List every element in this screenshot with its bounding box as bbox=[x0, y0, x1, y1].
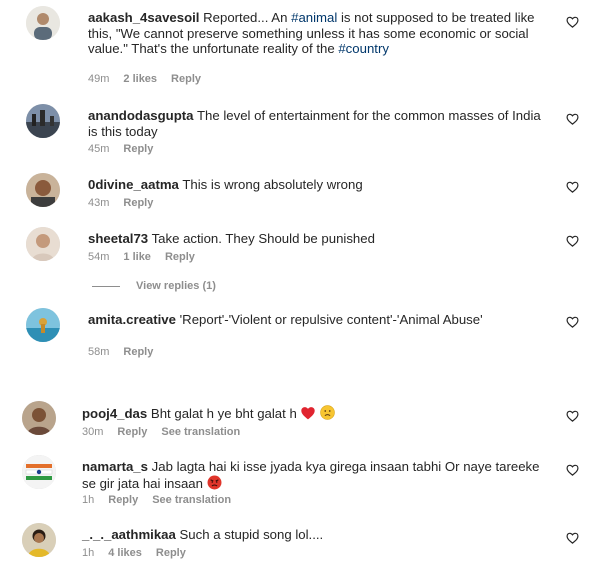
reply-button[interactable]: Reply bbox=[123, 346, 153, 358]
likes-count[interactable]: 1 like bbox=[123, 251, 151, 263]
comment-body: pooj4_das Bht galat h ye bht galat h bbox=[82, 405, 552, 422]
comment-text: 'Report'-'Violent or repulsive content'-… bbox=[179, 312, 483, 327]
see-translation-button[interactable]: See translation bbox=[152, 494, 231, 506]
heart-outline-icon[interactable] bbox=[566, 181, 579, 193]
heart-outline-icon[interactable] bbox=[566, 316, 579, 328]
heart-outline-icon[interactable] bbox=[566, 113, 579, 125]
comment-text: Take action. They Should be punished bbox=[151, 231, 375, 246]
divider-line bbox=[92, 285, 120, 287]
comment-username[interactable]: namarta_s bbox=[82, 459, 148, 474]
comment-username[interactable]: anandodasgupta bbox=[88, 108, 194, 123]
view-replies-label: View replies (1) bbox=[136, 280, 216, 292]
comment-time: 43m bbox=[88, 197, 110, 209]
avatar[interactable] bbox=[26, 173, 60, 207]
reply-button[interactable]: Reply bbox=[123, 143, 153, 155]
comment-meta: 30m Reply See translation bbox=[82, 426, 254, 438]
comment-time: 45m bbox=[88, 143, 110, 155]
avatar[interactable] bbox=[26, 227, 60, 261]
comment-username[interactable]: pooj4_das bbox=[82, 406, 147, 421]
angry-face-emoji-icon bbox=[207, 475, 222, 489]
comment-username[interactable]: 0divine_aatma bbox=[88, 177, 179, 192]
comment-time: 1h bbox=[82, 494, 95, 506]
heart-outline-icon[interactable] bbox=[566, 532, 579, 544]
comment-text: Jab lagta hai ki isse jyada kya girega i… bbox=[82, 459, 540, 491]
comment-username[interactable]: amita.creative bbox=[88, 312, 176, 327]
comment-meta: 1h Reply See translation bbox=[82, 494, 245, 506]
comment-username[interactable]: sheetal73 bbox=[88, 231, 148, 246]
avatar[interactable] bbox=[26, 104, 60, 138]
reply-button[interactable]: Reply bbox=[108, 494, 138, 506]
heart-outline-icon[interactable] bbox=[566, 464, 579, 476]
comment-text: This is wrong absolutely wrong bbox=[182, 177, 363, 192]
comment-time: 54m bbox=[88, 251, 110, 263]
disappointed-face-emoji-icon bbox=[320, 405, 335, 420]
likes-count[interactable]: 2 likes bbox=[123, 73, 157, 85]
red-heart-emoji-icon bbox=[301, 407, 316, 420]
comment-text: Such a stupid song lol.... bbox=[179, 527, 324, 542]
comment-meta: 43m Reply bbox=[88, 197, 167, 209]
reply-button[interactable]: Reply bbox=[165, 251, 195, 263]
likes-count[interactable]: 4 likes bbox=[108, 547, 142, 559]
comment-body: anandodasgupta The level of entertainmen… bbox=[88, 108, 552, 139]
comment-username[interactable]: aakash_4savesoil bbox=[88, 10, 199, 25]
view-replies-button[interactable]: View replies (1) bbox=[92, 280, 216, 292]
see-translation-button[interactable]: See translation bbox=[161, 426, 240, 438]
comment-username[interactable]: _._._aathmikaa bbox=[82, 527, 176, 542]
avatar[interactable] bbox=[22, 401, 56, 435]
comment-body: 0divine_aatma This is wrong absolutely w… bbox=[88, 177, 552, 193]
reply-button[interactable]: Reply bbox=[117, 426, 147, 438]
comment-meta: 45m Reply bbox=[88, 143, 167, 155]
avatar[interactable] bbox=[26, 308, 60, 342]
comment-body: _._._aathmikaa Such a stupid song lol...… bbox=[82, 527, 552, 543]
comment-body: sheetal73 Take action. They Should be pu… bbox=[88, 231, 552, 247]
comment-text: Reported... An bbox=[203, 10, 292, 25]
hashtag-link[interactable]: #animal bbox=[291, 10, 337, 25]
comment-body: namarta_s Jab lagta hai ki isse jyada ky… bbox=[82, 459, 552, 491]
comment-time: 58m bbox=[88, 346, 110, 358]
comment-meta: 1h 4 likes Reply bbox=[82, 547, 200, 559]
comment-body: aakash_4savesoil Reported... An #animal … bbox=[88, 10, 552, 57]
comment-meta: 49m 2 likes Reply bbox=[88, 73, 215, 85]
heart-outline-icon[interactable] bbox=[566, 16, 579, 28]
reply-button[interactable]: Reply bbox=[123, 197, 153, 209]
comment-time: 1h bbox=[82, 547, 95, 559]
reply-button[interactable]: Reply bbox=[156, 547, 186, 559]
reply-button[interactable]: Reply bbox=[171, 73, 201, 85]
comment-time: 49m bbox=[88, 73, 110, 85]
comment-time: 30m bbox=[82, 426, 104, 438]
comment-text: Bht galat h ye bht galat h bbox=[150, 406, 297, 421]
heart-outline-icon[interactable] bbox=[566, 410, 579, 422]
comment-meta: 54m 1 like Reply bbox=[88, 251, 209, 263]
comment-meta: 58m Reply bbox=[88, 346, 167, 358]
comment-body: amita.creative 'Report'-'Violent or repu… bbox=[88, 312, 552, 328]
hashtag-link[interactable]: #country bbox=[338, 41, 389, 56]
heart-outline-icon[interactable] bbox=[566, 235, 579, 247]
avatar[interactable] bbox=[26, 6, 60, 40]
avatar[interactable] bbox=[22, 455, 56, 489]
avatar[interactable] bbox=[22, 523, 56, 557]
